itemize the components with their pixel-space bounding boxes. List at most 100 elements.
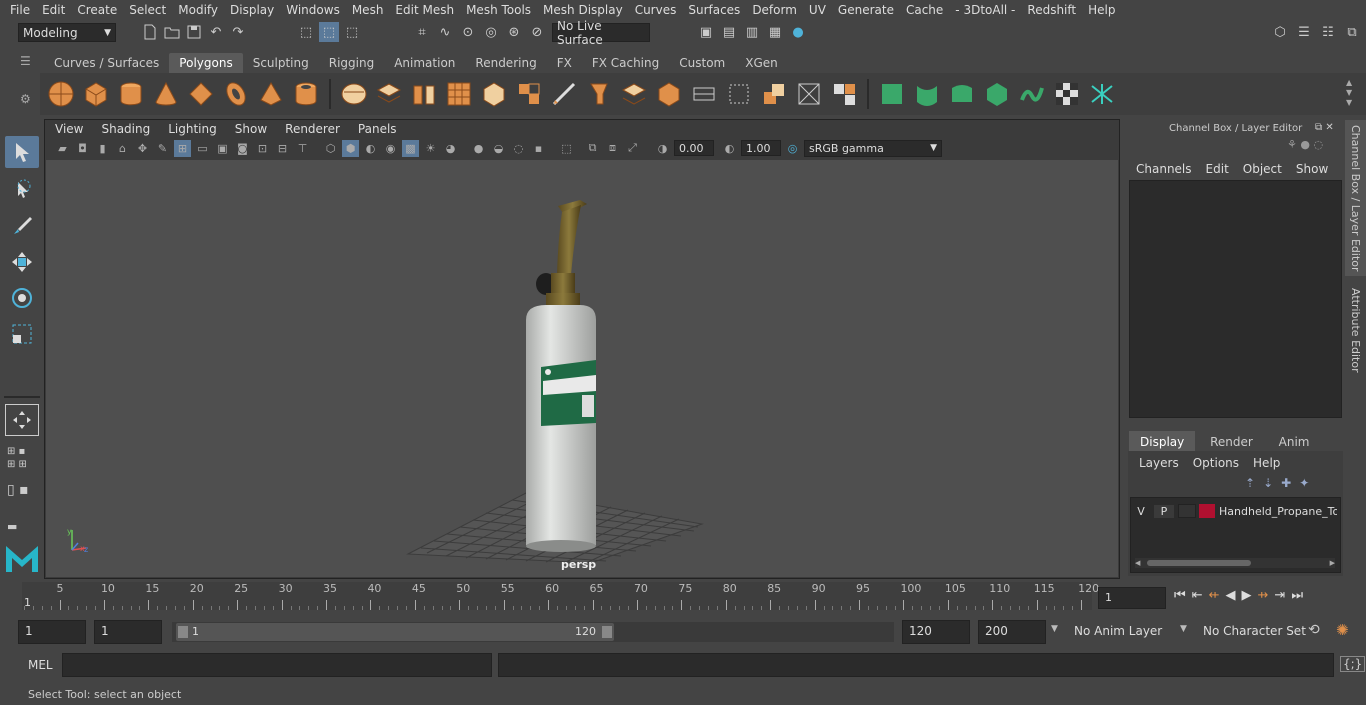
target-weld-icon[interactable] [584, 79, 614, 109]
resolution-gate-icon[interactable]: ▣ [214, 140, 231, 157]
character-set-dropdown[interactable]: No Character Set [1203, 624, 1306, 638]
anti-aliasing-icon[interactable]: ◒ [490, 140, 507, 157]
gamma-icon[interactable]: ◐ [721, 140, 738, 157]
menu-file[interactable]: File [4, 3, 36, 17]
shelf-scroll-arrows[interactable]: ▲ ▼ ▼ [1346, 78, 1360, 110]
last-tool-icon[interactable] [5, 404, 39, 436]
menu-generate[interactable]: Generate [832, 3, 900, 17]
new-empty-layer-icon[interactable]: ✚ [1281, 476, 1291, 490]
step-forward-key-icon[interactable]: ⇥ [1274, 588, 1285, 603]
gamma-field[interactable]: 1.00 [741, 140, 781, 156]
tab-polygons[interactable]: Polygons [169, 53, 243, 73]
uv-cylindrical-icon[interactable] [912, 79, 942, 109]
camera-select-icon[interactable]: ▰ [54, 140, 71, 157]
range-slider[interactable]: 1 120 [172, 622, 894, 642]
channel-box-list[interactable] [1129, 180, 1342, 418]
uv-stitch-icon[interactable] [1017, 79, 1047, 109]
wireframe-icon[interactable]: ⬡ [322, 140, 339, 157]
menu-mesh-display[interactable]: Mesh Display [537, 3, 629, 17]
side-tab-channel-box[interactable]: Channel Box / Layer Editor [1345, 120, 1366, 276]
panel-menu-panels[interactable]: Panels [349, 122, 406, 136]
range-end-handle[interactable] [602, 626, 612, 638]
move-tool-icon[interactable] [5, 246, 39, 278]
layer-menu-help[interactable]: Help [1253, 456, 1280, 470]
panel-float-icon[interactable]: ⧉ ✕ [1315, 122, 1334, 133]
channel-box-options-icon[interactable]: ⚘ ● ◌ [1287, 138, 1323, 151]
depth-of-field-icon[interactable]: ◌ [510, 140, 527, 157]
bookmark-icon[interactable]: ▮ [94, 140, 111, 157]
select-component-icon[interactable]: ⬚ [342, 22, 362, 42]
playback-end-field[interactable]: 120 [902, 620, 970, 644]
menu-deform[interactable]: Deform [746, 3, 803, 17]
poly-cone-icon[interactable] [151, 79, 181, 109]
combine-icon[interactable] [339, 79, 369, 109]
render-view-icon[interactable]: ▤ [719, 22, 739, 42]
snap-point-icon[interactable]: ⊙ [458, 22, 478, 42]
menu-mesh-tools[interactable]: Mesh Tools [460, 3, 537, 17]
panel-menu-renderer[interactable]: Renderer [276, 122, 349, 136]
field-chart-icon[interactable]: ⊡ [254, 140, 271, 157]
xray-active-icon[interactable]: ⧈ [604, 140, 621, 157]
script-language-label[interactable]: MEL [28, 658, 53, 672]
auto-key-icon[interactable]: ⟲ [1308, 622, 1320, 638]
grease-pencil-icon[interactable]: ✎ [154, 140, 171, 157]
automatic-map-icon[interactable] [724, 79, 754, 109]
snap-view-plane-icon[interactable]: ◎ [481, 22, 501, 42]
use-lights-icon[interactable]: ▩ [402, 139, 419, 157]
shelf-menu-icon[interactable]: ☰ [20, 54, 36, 70]
gate-mask-icon[interactable]: ◙ [234, 140, 251, 157]
colorspace-dropdown[interactable]: sRGB gamma ▼ [804, 139, 942, 157]
tab-fx-caching[interactable]: FX Caching [582, 53, 669, 73]
tab-fx[interactable]: FX [547, 53, 582, 73]
tab-xgen[interactable]: XGen [735, 53, 788, 73]
menu-select[interactable]: Select [123, 3, 172, 17]
tab-custom[interactable]: Custom [669, 53, 735, 73]
camera-attributes-icon[interactable]: ◘ [74, 140, 91, 157]
attribute-editor-icon[interactable]: ☰ [1294, 22, 1314, 42]
tab-render-layers[interactable]: Render [1199, 431, 1264, 453]
tab-anim-layers[interactable]: Anim [1268, 431, 1321, 453]
poly-cube-icon[interactable] [81, 79, 111, 109]
menu-3dtoall[interactable]: - 3DtoAll - [949, 3, 1021, 17]
uv-shell-icon[interactable] [877, 79, 907, 109]
select-object-icon[interactable]: ⬚ [319, 22, 339, 42]
shadows-icon[interactable]: ☀ [422, 140, 439, 157]
go-to-start-icon[interactable]: ⏮ [1174, 588, 1186, 603]
offset-edge-loop-icon[interactable] [654, 79, 684, 109]
menu-curves[interactable]: Curves [629, 3, 683, 17]
two-pane-layout-icon[interactable]: ▯ ▪ [7, 482, 37, 510]
move-layer-down-icon[interactable]: ⇣ [1263, 476, 1273, 490]
rotate-tool-icon[interactable] [5, 282, 39, 314]
animation-preferences-icon[interactable]: ✺ [1336, 621, 1349, 639]
time-slider[interactable]: 1 5 10 15 20 25 30 35 40 45 50 55 60 65 70 75 80 85 90 95 1… [22, 582, 1099, 610]
snap-curve-icon[interactable]: ∿ [435, 22, 455, 42]
cut-uv-icon[interactable] [759, 79, 789, 109]
tool-settings-icon[interactable]: ☷ [1318, 22, 1338, 42]
layer-row[interactable]: V P Handheld_Propane_To [1131, 502, 1342, 520]
layer-list-scrollbar[interactable]: ◀ ▶ [1135, 558, 1335, 568]
new-layer-selected-icon[interactable]: ✦ [1299, 476, 1309, 490]
backface-icon[interactable]: ⤢ [624, 140, 641, 157]
menu-display[interactable]: Display [224, 3, 280, 17]
scale-tool-icon[interactable] [5, 318, 39, 350]
paint-select-tool-icon[interactable] [5, 210, 39, 242]
cb-menu-edit[interactable]: Edit [1206, 162, 1229, 176]
animation-start-field[interactable]: 1 [18, 620, 86, 644]
range-slider-bar[interactable]: 1 120 [176, 623, 614, 641]
extrude-icon[interactable] [409, 79, 439, 109]
chevron-down-icon[interactable]: ▼ [1051, 624, 1058, 634]
current-frame-field[interactable]: 1 [1098, 587, 1166, 609]
lasso-tool-icon[interactable] [5, 174, 39, 206]
channel-box-icon[interactable]: ⧉ [1342, 22, 1362, 42]
two-d-pan-zoom-icon[interactable]: ✥ [134, 140, 151, 157]
film-gate-icon[interactable]: ▭ [194, 140, 211, 157]
checker-icon[interactable] [1052, 79, 1082, 109]
uv-contour-icon[interactable] [982, 79, 1012, 109]
mode-dropdown[interactable]: Modeling ▼ [18, 23, 116, 42]
poly-torus-icon[interactable] [221, 79, 251, 109]
menu-surfaces[interactable]: Surfaces [682, 3, 746, 17]
outliner-layout-icon[interactable]: ▬ [7, 520, 37, 534]
safe-title-icon[interactable]: ⊤ [294, 140, 311, 157]
open-scene-icon[interactable] [162, 22, 182, 42]
side-tab-attribute-editor[interactable]: Attribute Editor [1345, 280, 1366, 380]
